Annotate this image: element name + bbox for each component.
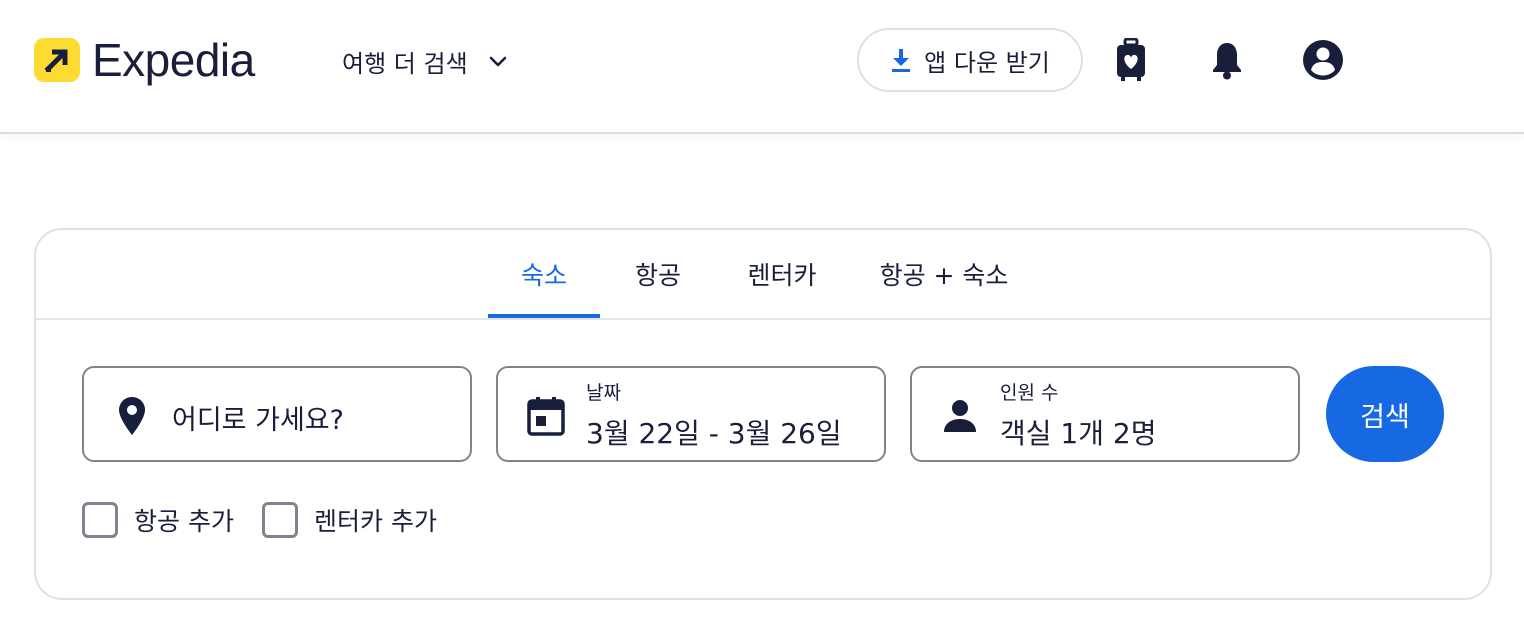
dates-label: 날짜 [586, 382, 621, 404]
search-tabs: 숙소 항공 렌터카 항공 + 숙소 [36, 230, 1490, 320]
tab-stays-label: 숙소 [520, 261, 567, 290]
tab-flights[interactable]: 항공 [608, 230, 708, 318]
add-flight-checkbox[interactable]: 항공 추가 [82, 502, 234, 538]
add-flight-checkbox-box[interactable] [82, 502, 118, 538]
account-icon[interactable] [1301, 38, 1345, 82]
chevron-down-icon [489, 56, 506, 66]
tab-packages[interactable]: 항공 + 숙소 [866, 230, 1022, 318]
add-flight-label: 항공 추가 [134, 507, 234, 536]
destination-placeholder: 어디로 가세요? [172, 405, 344, 436]
active-tab-indicator [488, 314, 600, 318]
top-header: Expedia 여행 더 검색 앱 다운 받기 [0, 0, 1524, 134]
tab-stays[interactable]: 숙소 [488, 230, 600, 318]
tab-flights-label: 항공 [634, 261, 681, 290]
dates-value: 3월 22일 - 3월 26일 [586, 417, 842, 450]
dates-field[interactable]: 날짜 3월 22일 - 3월 26일 [496, 366, 886, 462]
location-pin-icon [112, 396, 152, 436]
notifications-bell-icon[interactable] [1205, 38, 1249, 82]
more-travel-menu[interactable]: 여행 더 검색 [342, 44, 508, 79]
expedia-logo[interactable]: Expedia [34, 34, 255, 86]
tab-cars[interactable]: 렌터카 [726, 230, 838, 318]
add-car-checkbox[interactable]: 렌터카 추가 [262, 502, 437, 538]
person-icon [940, 396, 980, 436]
tab-cars-label: 렌터카 [747, 261, 817, 290]
search-button[interactable]: 검색 [1326, 366, 1444, 462]
destination-field[interactable]: 어디로 가세요? [82, 366, 472, 462]
brand-name: Expedia [92, 34, 255, 86]
search-card: 숙소 항공 렌터카 항공 + 숙소 어디로 가세요? 날짜 3월 22일 - 3… [34, 228, 1492, 600]
tab-packages-label: 항공 + 숙소 [879, 261, 1009, 290]
add-car-checkbox-box[interactable] [262, 502, 298, 538]
more-travel-label: 여행 더 검색 [342, 50, 468, 78]
trips-icon[interactable] [1109, 38, 1153, 82]
travelers-field[interactable]: 인원 수 객실 1개 2명 [910, 366, 1300, 462]
download-icon [892, 49, 911, 72]
travelers-label: 인원 수 [1000, 382, 1059, 404]
travelers-value: 객실 1개 2명 [1000, 417, 1157, 450]
calendar-icon [526, 396, 566, 436]
get-app-button[interactable]: 앱 다운 받기 [857, 28, 1083, 92]
add-car-label: 렌터카 추가 [314, 507, 437, 536]
get-app-label: 앱 다운 받기 [924, 48, 1050, 77]
expedia-logo-mark-icon [34, 38, 80, 82]
